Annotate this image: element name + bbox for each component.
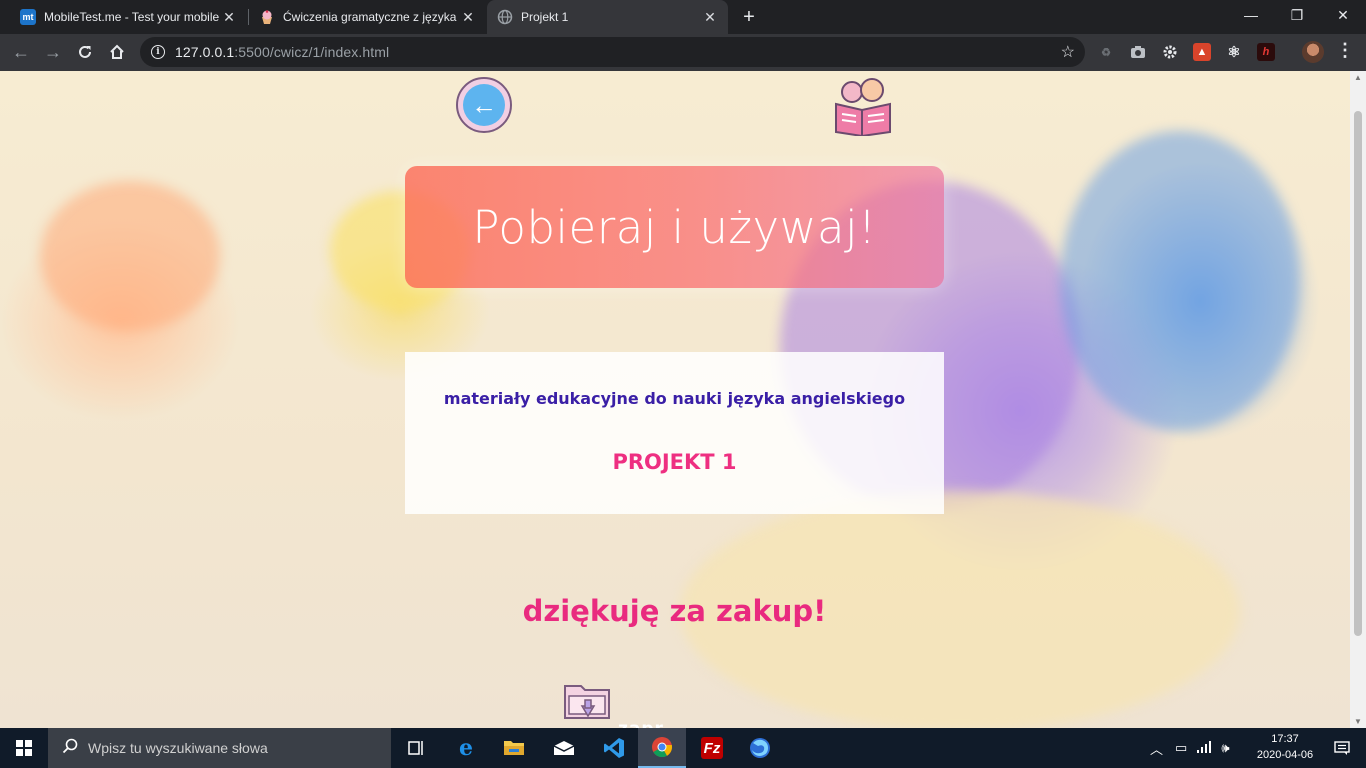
- close-window-button[interactable]: ✕: [1320, 0, 1366, 30]
- page-scrollbar[interactable]: ▲ ▼: [1350, 71, 1366, 728]
- fire-extension-icon[interactable]: ▲: [1193, 43, 1211, 61]
- globe-icon: [497, 9, 513, 25]
- download-folder-icon[interactable]: [563, 680, 613, 726]
- project-name: PROJEKT 1: [612, 450, 737, 474]
- chevron-up-icon[interactable]: ︿: [1150, 739, 1163, 758]
- mail-icon: [553, 741, 575, 755]
- browser-menu-icon[interactable]: ⋮: [1336, 40, 1354, 61]
- clock-time: 17:37: [1271, 733, 1299, 745]
- page-viewport: ← Pobieraj i używaj! materiały edukacyjn…: [0, 71, 1350, 728]
- cupcake-icon: [259, 9, 275, 25]
- arrow-left-icon: ←: [463, 84, 505, 126]
- back-button[interactable]: ←: [456, 77, 512, 133]
- edge-taskbar-button[interactable]: e: [442, 728, 490, 768]
- h-extension-icon[interactable]: h: [1257, 43, 1275, 61]
- home-icon[interactable]: [104, 39, 130, 65]
- tab-title: Projekt 1: [521, 10, 569, 24]
- tab-title: Ćwiczenia gramatyczne z języka a: [283, 10, 460, 24]
- volume-icon[interactable]: 🕪: [1221, 740, 1229, 756]
- bookmark-star-icon[interactable]: ☆: [1061, 42, 1075, 62]
- windows-logo-icon: [16, 740, 32, 756]
- thanks-message: dziękuję za zakup!: [522, 594, 827, 628]
- close-tab-icon[interactable]: ✕: [221, 9, 237, 26]
- gear-extension-icon[interactable]: [1161, 43, 1179, 61]
- site-info-icon[interactable]: i: [151, 45, 165, 59]
- chrome-taskbar-button[interactable]: [638, 728, 686, 768]
- file-explorer-icon: [504, 741, 524, 755]
- firefox-icon: [750, 738, 770, 758]
- scroll-up-icon[interactable]: ▲: [1350, 73, 1366, 82]
- filezilla-taskbar-button[interactable]: Fz: [688, 728, 736, 768]
- minimize-button[interactable]: —: [1228, 0, 1274, 30]
- filezilla-icon: Fz: [701, 737, 723, 759]
- tab-projekt[interactable]: Projekt 1 ✕: [487, 0, 728, 34]
- back-nav-icon[interactable]: ←: [8, 39, 34, 65]
- url-host: 127.0.0.1: [175, 44, 235, 60]
- url-text: 127.0.0.1:5500/cwicz/1/index.html: [175, 44, 389, 60]
- extension-recycle-icon[interactable]: ♻: [1097, 43, 1115, 61]
- react-extension-icon[interactable]: ⚛: [1225, 43, 1243, 61]
- background-cupcake-orange: [40, 181, 220, 331]
- camera-extension-icon[interactable]: [1129, 43, 1147, 61]
- close-tab-icon[interactable]: ✕: [460, 9, 476, 26]
- close-tab-icon[interactable]: ✕: [702, 9, 718, 26]
- browser-tab-strip: mt MobileTest.me - Test your mobile ✕ Ćw…: [0, 0, 1366, 34]
- profile-avatar[interactable]: [1302, 41, 1324, 63]
- taskbar-search[interactable]: Wpisz tu wyszukiwane słowa: [48, 728, 391, 768]
- tab-cwiczenia[interactable]: Ćwiczenia gramatyczne z języka a ✕: [249, 0, 486, 34]
- firefox-taskbar-button[interactable]: [736, 728, 784, 768]
- reload-icon[interactable]: [72, 39, 98, 65]
- windows-taskbar: Wpisz tu wyszukiwane słowa e Fz ︿ ▭ 🕪 17…: [0, 728, 1366, 768]
- clock-date: 2020-04-06: [1256, 749, 1314, 761]
- info-card: materiały edukacyjne do nauki języka ang…: [405, 352, 944, 514]
- restore-button[interactable]: ❐: [1274, 0, 1320, 30]
- mobiletest-favicon-icon: mt: [20, 9, 36, 25]
- battery-icon[interactable]: ▭: [1175, 740, 1187, 756]
- mail-taskbar-button[interactable]: [540, 728, 588, 768]
- search-icon: [62, 738, 78, 759]
- notifications-icon[interactable]: [1318, 728, 1366, 768]
- system-tray: ︿ ▭ 🕪: [1150, 728, 1230, 768]
- task-view-icon: [408, 741, 423, 755]
- tab-title: MobileTest.me - Test your mobile: [44, 10, 220, 24]
- page-title: Pobieraj i używaj!: [472, 200, 877, 254]
- start-button[interactable]: [0, 728, 48, 768]
- task-view-button[interactable]: [392, 728, 440, 768]
- chrome-icon: [652, 737, 673, 758]
- url-path: :5500/cwicz/1/index.html: [234, 44, 390, 60]
- network-icon[interactable]: [1197, 740, 1212, 756]
- tab-mobiletest[interactable]: mt MobileTest.me - Test your mobile ✕: [10, 0, 247, 34]
- vscode-icon: [604, 738, 624, 758]
- partial-link-text[interactable]: zapr: [618, 719, 664, 728]
- background-cupcake-blue: [1060, 131, 1300, 431]
- children-reading-icon: [835, 78, 891, 136]
- address-bar[interactable]: i 127.0.0.1:5500/cwicz/1/index.html ☆: [140, 37, 1085, 67]
- browser-toolbar: ← → i 127.0.0.1:5500/cwicz/1/index.html …: [0, 34, 1366, 71]
- new-tab-button[interactable]: +: [738, 4, 760, 30]
- file-explorer-taskbar-button[interactable]: [490, 728, 538, 768]
- title-banner: Pobieraj i używaj!: [405, 166, 944, 288]
- taskbar-clock[interactable]: 17:37 2020-04-06: [1254, 731, 1316, 763]
- scroll-down-icon[interactable]: ▼: [1350, 717, 1366, 726]
- edge-icon: e: [459, 735, 473, 761]
- page-subtitle: materiały edukacyjne do nauki języka ang…: [443, 389, 906, 408]
- scroll-thumb[interactable]: [1354, 111, 1362, 636]
- forward-nav-icon[interactable]: →: [40, 39, 66, 65]
- search-placeholder: Wpisz tu wyszukiwane słowa: [88, 740, 268, 756]
- vscode-taskbar-button[interactable]: [590, 728, 638, 768]
